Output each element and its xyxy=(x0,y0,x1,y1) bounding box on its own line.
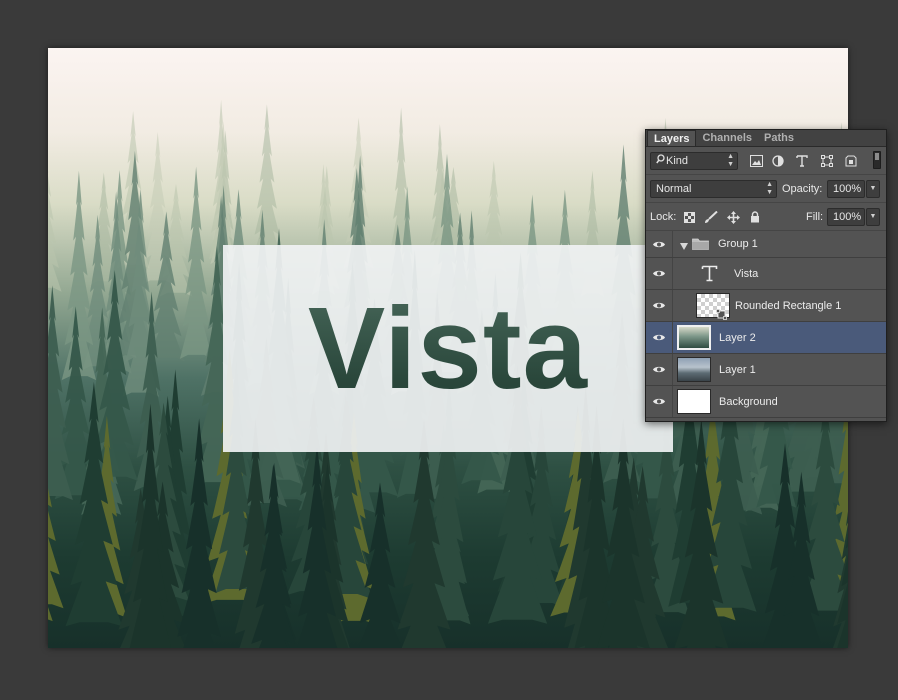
visibility-toggle[interactable] xyxy=(646,322,673,353)
opacity-label: Opacity: xyxy=(782,183,823,195)
eye-icon xyxy=(653,241,665,247)
layers-panel[interactable]: Layers Channels Paths Kind ▲ ▼ Normal ▲ … xyxy=(645,129,887,422)
search-icon xyxy=(656,153,666,169)
tab-paths[interactable]: Paths xyxy=(758,130,800,146)
blend-mode-value: Normal xyxy=(656,183,692,195)
visibility-toggle[interactable] xyxy=(646,258,673,289)
vista-text-layer[interactable]: Vista xyxy=(223,245,673,452)
pine-tree xyxy=(179,166,213,359)
layer-row-rounded-rectangle-1[interactable]: Rounded Rectangle 1 xyxy=(646,290,886,322)
eye-icon xyxy=(653,302,665,309)
opacity-dropdown-button[interactable]: ▼ xyxy=(866,180,880,198)
filter-row: Kind ▲ ▼ xyxy=(646,147,886,175)
layer-row-group-1[interactable]: Group 1 xyxy=(646,231,886,258)
updown-arrows-icon: ▲ ▼ xyxy=(766,181,773,196)
lock-row: Lock: Fill: 100% ▼ xyxy=(646,203,886,231)
blend-mode-select[interactable]: Normal ▲ ▼ xyxy=(650,180,777,198)
fill-input[interactable]: 100% xyxy=(827,208,865,226)
layer-name: Vista xyxy=(734,268,759,280)
layer-name: Layer 2 xyxy=(719,332,756,344)
lock-all-padlock-icon[interactable] xyxy=(747,209,763,225)
blend-row: Normal ▲ ▼ Opacity: 100% ▼ xyxy=(646,175,886,203)
layer-list: Group 1 Vista Rounded Rectangle 1 Layer … xyxy=(646,231,886,418)
lock-position-move-icon[interactable] xyxy=(725,209,741,225)
tab-layers[interactable]: Layers xyxy=(647,130,697,146)
tab-channels[interactable]: Channels xyxy=(696,130,758,146)
image-filter-icon[interactable] xyxy=(748,153,764,169)
layer-name: Layer 1 xyxy=(719,364,756,376)
text-layer-icon xyxy=(701,265,718,285)
smart-object-filter-icon[interactable] xyxy=(843,153,859,169)
eye-icon xyxy=(653,334,665,341)
type-filter-icon[interactable] xyxy=(794,153,810,169)
layer-thumbnail-white[interactable] xyxy=(677,389,711,414)
photoshop-workspace: Vista Layers Channels Paths Kind ▲ ▼ Nor… xyxy=(0,0,898,700)
layer-name: Group 1 xyxy=(718,238,758,250)
layer-name: Background xyxy=(719,396,778,408)
layer-row-layer-1[interactable]: Layer 1 xyxy=(646,354,886,386)
visibility-toggle[interactable] xyxy=(646,386,673,417)
lock-image-pixels-brush-icon[interactable] xyxy=(703,209,719,225)
layer-row-layer-2[interactable]: Layer 2 xyxy=(646,322,886,354)
updown-arrows-icon: ▲ ▼ xyxy=(727,153,734,168)
eye-icon xyxy=(653,398,665,405)
adjustment-filter-icon[interactable] xyxy=(770,153,786,169)
folder-icon xyxy=(692,238,709,253)
chevron-down-icon[interactable] xyxy=(680,241,688,253)
layer-thumbnail-mountain[interactable] xyxy=(677,357,711,382)
rounded-rectangle-shape[interactable]: Vista xyxy=(223,245,673,452)
panel-tabbar: Layers Channels Paths xyxy=(646,130,886,147)
eye-icon xyxy=(653,270,665,277)
opacity-input[interactable]: 100% xyxy=(827,180,865,198)
layer-row-vista[interactable]: Vista xyxy=(646,258,886,290)
layer-row-background[interactable]: Background xyxy=(646,386,886,418)
lock-transparent-pixels-icon[interactable] xyxy=(681,209,697,225)
shape-filter-icon[interactable] xyxy=(819,153,835,169)
visibility-toggle[interactable] xyxy=(646,231,673,257)
filter-toggle-switch[interactable] xyxy=(873,151,881,169)
fill-label: Fill: xyxy=(806,211,824,223)
filter-kind-label: Kind xyxy=(666,155,689,167)
lock-label: Lock: xyxy=(650,211,677,223)
vector-shape-badge-icon xyxy=(716,309,727,323)
fill-dropdown-button[interactable]: ▼ xyxy=(866,208,880,226)
filter-kind-select[interactable]: Kind ▲ ▼ xyxy=(650,152,738,170)
pine-tree xyxy=(252,104,282,262)
visibility-toggle[interactable] xyxy=(646,290,673,321)
eye-icon xyxy=(653,366,665,373)
layer-name: Rounded Rectangle 1 xyxy=(735,300,842,312)
layer-thumbnail-forest[interactable] xyxy=(677,325,711,350)
visibility-toggle[interactable] xyxy=(646,354,673,385)
pine-tree xyxy=(48,170,62,292)
